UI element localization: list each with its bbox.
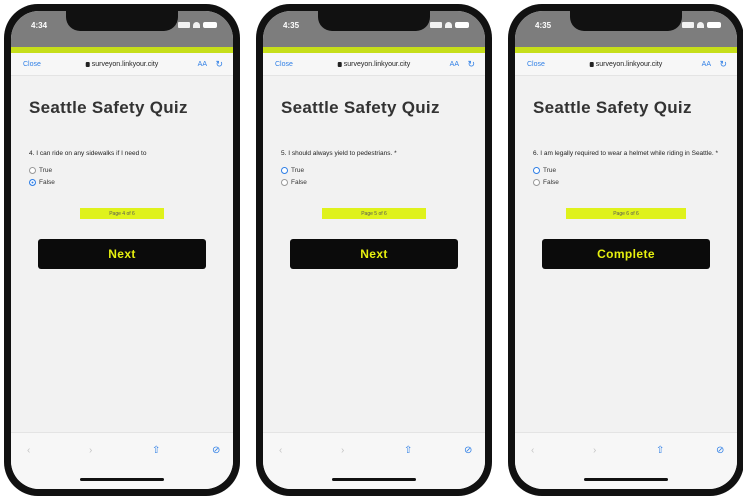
reload-icon[interactable]: ↻ [215, 59, 223, 70]
status-bar: 4:35 [263, 11, 485, 47]
option-label: True [291, 166, 305, 174]
option-label: True [543, 166, 557, 174]
signal-icon [178, 22, 190, 28]
option-false[interactable]: False [533, 176, 737, 188]
home-indicator [584, 478, 668, 481]
url-text: surveyon.linkyour.city [343, 60, 411, 68]
share-icon[interactable]: ⇧ [404, 445, 412, 456]
browser-toolbar: ‹ › ⇧ ⊘ [263, 432, 485, 489]
reload-icon[interactable]: ↻ [467, 59, 475, 70]
reader-aa-button[interactable]: AA [198, 61, 207, 68]
phone-screen: 4:35 Close surveyon.linkyour.city AA ↻ S… [515, 11, 737, 489]
radio-button[interactable] [281, 178, 288, 186]
browser-toolbar: ‹ › ⇧ ⊘ [11, 432, 233, 489]
back-icon[interactable]: ‹ [531, 445, 534, 456]
close-button[interactable]: Close [23, 61, 41, 68]
compass-icon[interactable]: ⊘ [464, 445, 472, 456]
close-button[interactable]: Close [527, 61, 545, 68]
question-text: 4. I can ride on any sidewalks if I need… [29, 150, 147, 157]
lock-icon [589, 61, 594, 67]
answer-options: True False [281, 164, 485, 188]
reload-icon[interactable]: ↻ [719, 59, 727, 70]
option-false[interactable]: False [29, 176, 233, 188]
url-text: surveyon.linkyour.city [91, 60, 159, 68]
back-icon[interactable]: ‹ [27, 445, 30, 456]
radio-button[interactable] [533, 178, 540, 186]
browser-toolbar: ‹ › ⇧ ⊘ [515, 432, 737, 489]
status-bar: 4:35 [515, 11, 737, 47]
share-icon[interactable]: ⇧ [656, 445, 664, 456]
status-time: 4:35 [535, 21, 552, 30]
browser-url-bar: Close surveyon.linkyour.city AA ↻ [515, 53, 737, 76]
question-text: 6. I am legally required to wear a helme… [533, 150, 718, 157]
page-indicator: Page 6 of 6 [566, 208, 686, 219]
phone-screen: 4:34 Close surveyon.linkyour.city AA ↻ S… [11, 11, 233, 489]
battery-icon [455, 22, 469, 28]
battery-icon [203, 22, 217, 28]
next-button[interactable]: Next [290, 239, 458, 269]
radio-button[interactable] [533, 166, 540, 174]
back-icon[interactable]: ‹ [279, 445, 282, 456]
notch [570, 11, 682, 31]
close-button[interactable]: Close [275, 61, 293, 68]
notch [66, 11, 178, 31]
status-time: 4:35 [283, 21, 300, 30]
browser-url-bar: Close surveyon.linkyour.city AA ↻ [263, 53, 485, 76]
wifi-icon [445, 22, 452, 28]
page-indicator: Page 5 of 6 [322, 208, 426, 219]
phone-3: 4:35 Close surveyon.linkyour.city AA ↻ S… [508, 4, 743, 496]
next-button[interactable]: Next [38, 239, 206, 269]
lock-icon [337, 61, 342, 67]
url-domain: surveyon.linkyour.city [589, 60, 663, 68]
share-icon[interactable]: ⇧ [152, 445, 160, 456]
phone-2: 4:35 Close surveyon.linkyour.city AA ↻ S… [256, 4, 492, 496]
option-true[interactable]: True [29, 164, 233, 176]
lock-icon [85, 61, 90, 67]
option-true[interactable]: True [281, 164, 485, 176]
compass-icon[interactable]: ⊘ [212, 445, 220, 456]
forward-icon[interactable]: › [593, 445, 596, 456]
forward-icon[interactable]: › [89, 445, 92, 456]
complete-button[interactable]: Complete [542, 239, 710, 269]
option-label: False [543, 178, 559, 186]
url-text: surveyon.linkyour.city [595, 60, 663, 68]
phone-screen: 4:35 Close surveyon.linkyour.city AA ↻ S… [263, 11, 485, 489]
url-domain: surveyon.linkyour.city [85, 60, 159, 68]
url-domain: surveyon.linkyour.city [337, 60, 411, 68]
option-false[interactable]: False [281, 176, 485, 188]
browser-url-bar: Close surveyon.linkyour.city AA ↻ [11, 53, 233, 76]
status-time: 4:34 [31, 21, 48, 30]
option-label: False [39, 178, 55, 186]
radio-button[interactable] [29, 166, 36, 174]
option-true[interactable]: True [533, 164, 737, 176]
reader-aa-button[interactable]: AA [450, 61, 459, 68]
radio-button[interactable] [281, 166, 288, 174]
phone-1: 4:34 Close surveyon.linkyour.city AA ↻ S… [4, 4, 240, 496]
page-indicator: Page 4 of 6 [80, 208, 164, 219]
home-indicator [332, 478, 416, 481]
answer-options: True False [29, 164, 233, 188]
signal-icon [682, 22, 694, 28]
page-title: Seattle Safety Quiz [281, 98, 440, 117]
compass-icon[interactable]: ⊘ [716, 445, 724, 456]
radio-button-selected[interactable] [29, 178, 36, 186]
wifi-icon [697, 22, 704, 28]
notch [318, 11, 430, 31]
reader-aa-button[interactable]: AA [702, 61, 711, 68]
signal-icon [430, 22, 442, 28]
answer-options: True False [533, 164, 737, 188]
battery-icon [707, 22, 721, 28]
forward-icon[interactable]: › [341, 445, 344, 456]
option-label: False [291, 178, 307, 186]
page-title: Seattle Safety Quiz [533, 98, 692, 117]
home-indicator [80, 478, 164, 481]
page-title: Seattle Safety Quiz [29, 98, 188, 117]
wifi-icon [193, 22, 200, 28]
question-text: 5. I should always yield to pedestrians.… [281, 150, 397, 157]
status-bar: 4:34 [11, 11, 233, 47]
option-label: True [39, 166, 53, 174]
